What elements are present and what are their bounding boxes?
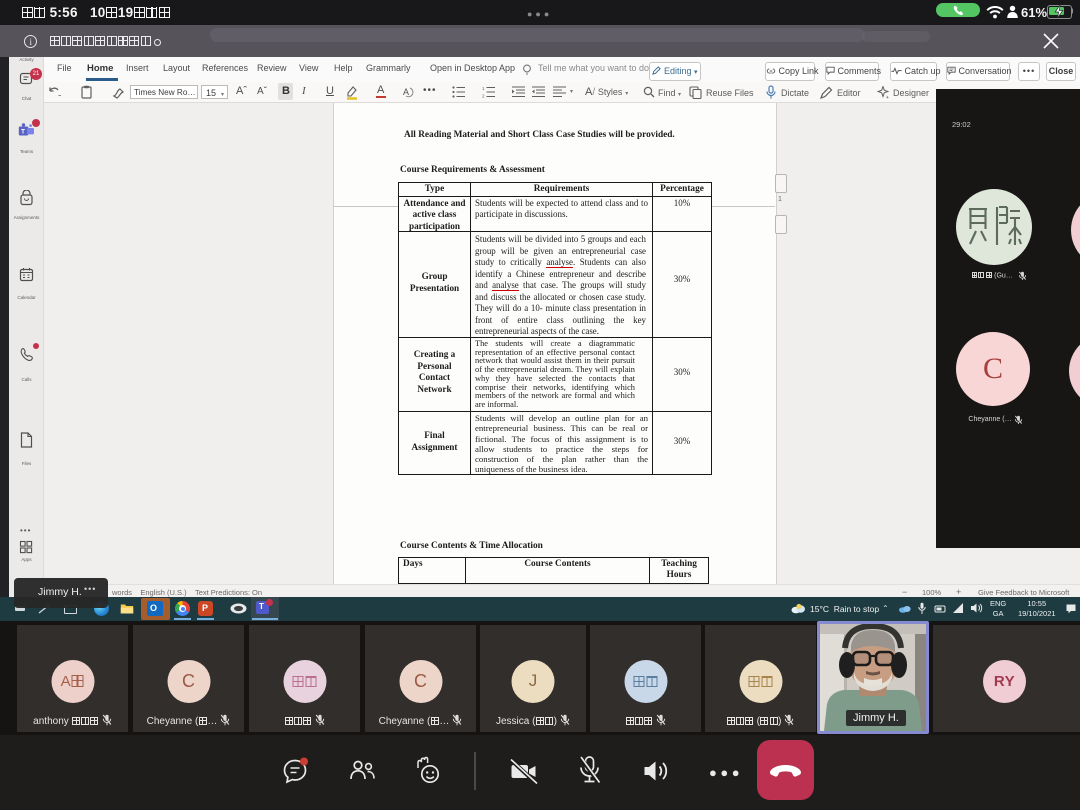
- svg-text:A: A: [403, 87, 409, 97]
- svg-text:T: T: [21, 129, 25, 136]
- svg-text:1: 1: [482, 86, 485, 91]
- svg-text:2: 2: [482, 94, 485, 99]
